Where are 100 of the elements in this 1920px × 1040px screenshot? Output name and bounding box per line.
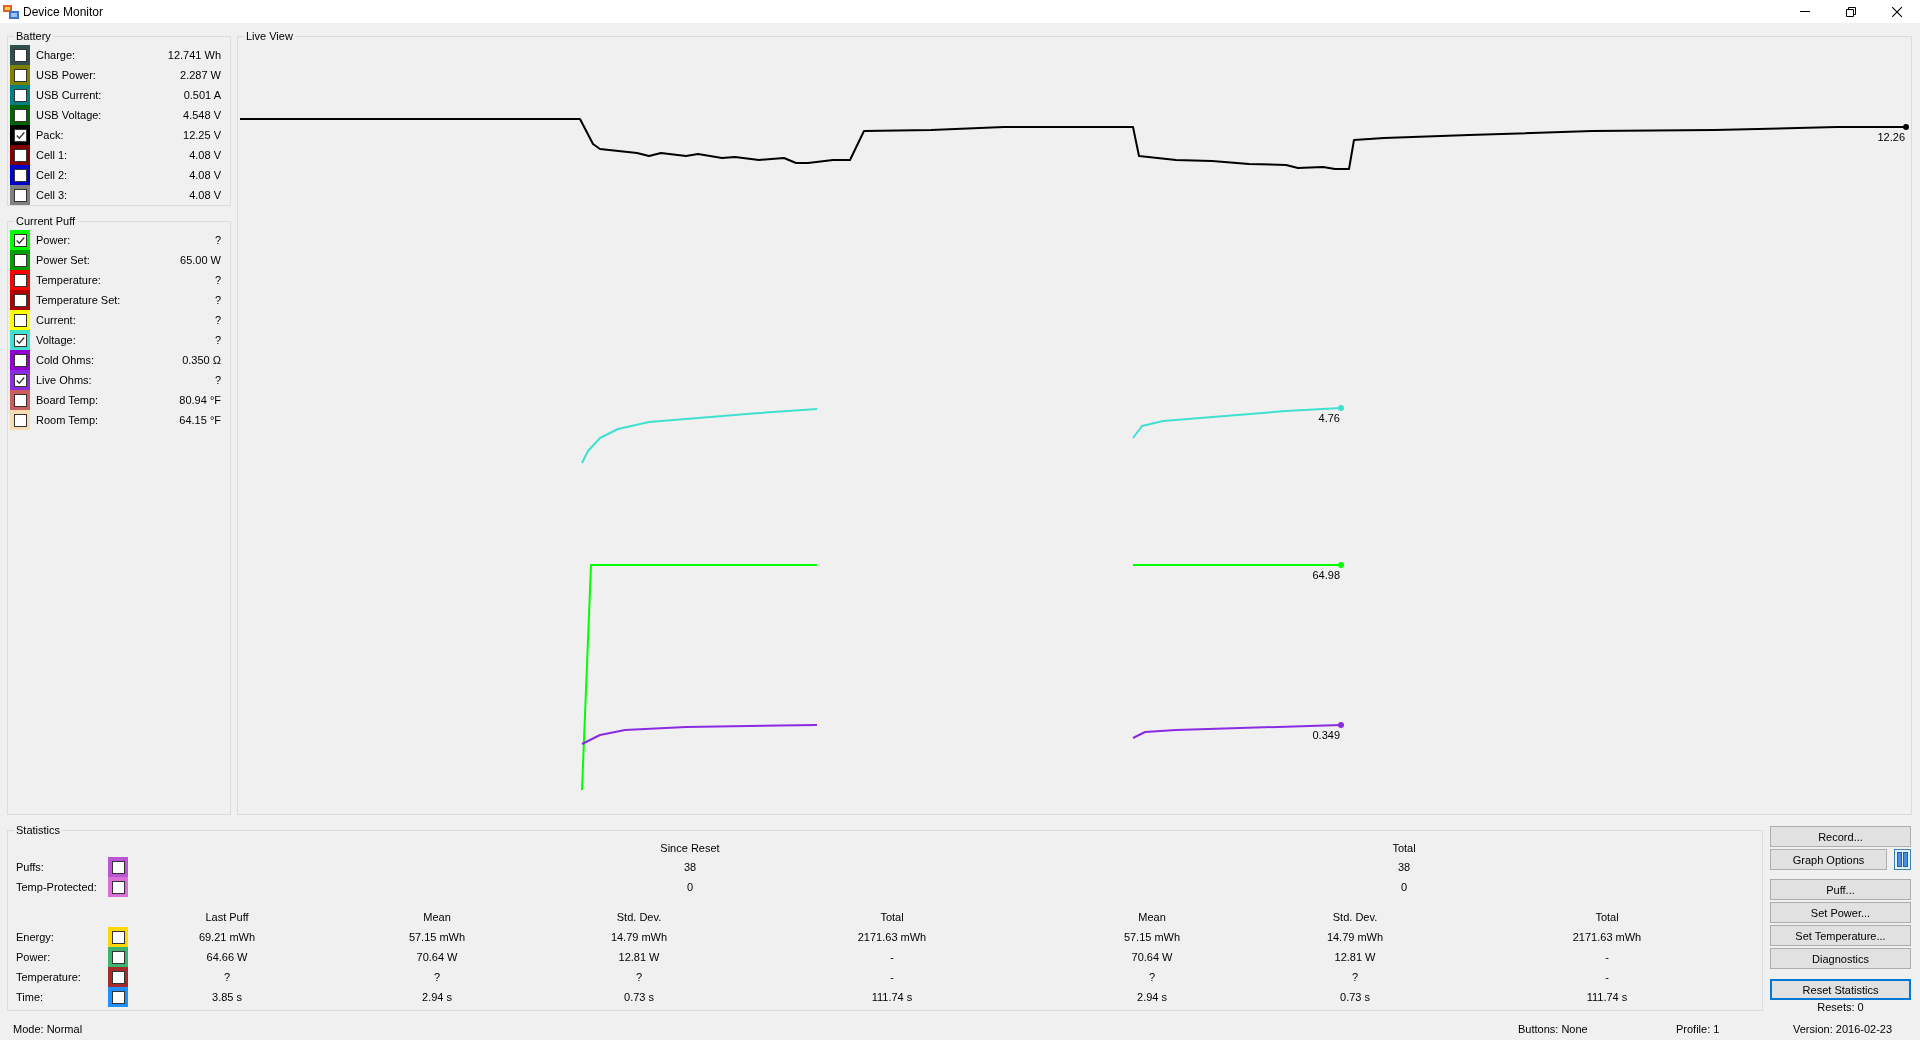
- item-label: Live Ohms:: [36, 374, 92, 386]
- pause-button[interactable]: [1894, 849, 1911, 870]
- status-text: Buttons: None: [1518, 1022, 1588, 1035]
- item-label: Room Temp:: [36, 414, 99, 426]
- table-cell: ?: [223, 971, 231, 983]
- trace-value: 4.76: [1318, 412, 1340, 424]
- row-label: Time:: [16, 991, 44, 1003]
- minimize-icon: [1800, 11, 1810, 12]
- trace-value: 64.98: [1312, 569, 1340, 581]
- status-text: Version: 2016-02-23: [1793, 1022, 1893, 1035]
- table-cell: ?: [635, 971, 643, 983]
- window-title: Device Monitor: [23, 4, 104, 19]
- table-cell: 12.81 W: [1334, 951, 1376, 963]
- action-button[interactable]: Set Temperature...: [1770, 925, 1911, 946]
- table-cell: 57.15 mWh: [408, 931, 466, 943]
- action-button[interactable]: Reset Statistics: [1770, 979, 1911, 1000]
- resets-count: Resets: 0: [1817, 1000, 1864, 1014]
- item-label: Current:: [36, 314, 76, 326]
- table-cell: -: [890, 971, 894, 983]
- item-label: Cold Ohms:: [36, 354, 95, 366]
- table-cell: 0.73 s: [1340, 991, 1370, 1003]
- table-cell: 2.94 s: [1137, 991, 1167, 1003]
- item-label: Cell 1:: [36, 149, 68, 161]
- table-cell: 64.66 W: [206, 951, 248, 963]
- item-value: 4.08 V: [189, 149, 221, 161]
- table-cell: 38: [683, 861, 697, 873]
- table-cell: 12.81 W: [618, 951, 660, 963]
- checkmark-icon: [15, 376, 25, 384]
- item-value: 80.94 °F: [179, 394, 221, 406]
- item-value: ?: [214, 274, 221, 286]
- item-label: USB Power:: [36, 69, 96, 81]
- group-title: Current Puff: [15, 214, 77, 229]
- status-text: Mode: Normal: [13, 1022, 83, 1035]
- item-value: ?: [214, 334, 221, 346]
- app-icon: [3, 4, 19, 19]
- row-label: Temp-Protected:: [16, 881, 97, 893]
- item-value: ?: [214, 374, 221, 386]
- action-button[interactable]: Puff...: [1770, 879, 1911, 900]
- table-cell: 69.21 mWh: [198, 931, 256, 943]
- column-header: Total: [880, 911, 904, 923]
- trace-value: 12.26: [1877, 131, 1905, 143]
- item-label: USB Voltage:: [36, 109, 102, 121]
- close-icon: [1892, 6, 1902, 17]
- table-cell: 14.79 mWh: [610, 931, 668, 943]
- status-text: Profile: 1: [1676, 1022, 1720, 1035]
- item-value: 0.350 Ω: [182, 354, 221, 366]
- item-value: ?: [214, 294, 221, 306]
- action-button[interactable]: Record...: [1770, 826, 1911, 847]
- group-title: Battery: [15, 29, 52, 44]
- row-label: Energy:: [16, 931, 54, 943]
- item-value: 2.287 W: [180, 69, 221, 81]
- group-title: Statistics: [15, 823, 61, 838]
- column-header: Last Puff: [205, 911, 249, 923]
- item-label: Cell 2:: [36, 169, 68, 181]
- table-cell: ?: [1351, 971, 1359, 983]
- column-header: Mean: [423, 911, 451, 923]
- item-label: Cell 3:: [36, 189, 68, 201]
- table-cell: 70.64 W: [1131, 951, 1173, 963]
- row-label: Puffs:: [16, 861, 44, 873]
- action-button[interactable]: Set Power...: [1770, 902, 1911, 923]
- checkmark-icon: [15, 336, 25, 344]
- trace-value: 0.349: [1312, 729, 1340, 741]
- column-group-header: Since Reset: [660, 842, 720, 854]
- item-value: 4.08 V: [189, 169, 221, 181]
- checkmark-icon: [15, 236, 25, 244]
- table-cell: 0.73 s: [624, 991, 654, 1003]
- column-header: Std. Dev.: [616, 911, 662, 923]
- action-button[interactable]: Graph Options: [1770, 849, 1887, 870]
- table-cell: 111.74 s: [1586, 991, 1628, 1003]
- table-cell: 0: [686, 881, 694, 893]
- item-value: 4.08 V: [189, 189, 221, 201]
- item-label: Power:: [36, 234, 71, 246]
- item-label: Pack:: [36, 129, 64, 141]
- item-label: Temperature:: [36, 274, 101, 286]
- table-cell: 57.15 mWh: [1123, 931, 1181, 943]
- item-label: Board Temp:: [36, 394, 99, 406]
- table-cell: 70.64 W: [416, 951, 458, 963]
- item-value: 12.741 Wh: [167, 49, 221, 61]
- table-cell: 14.79 mWh: [1326, 931, 1384, 943]
- table-cell: -: [890, 951, 894, 963]
- item-value: 0.501 A: [183, 89, 221, 101]
- column-header: Std. Dev.: [1332, 911, 1378, 923]
- item-label: Power Set:: [36, 254, 90, 266]
- item-value: ?: [214, 314, 221, 326]
- table-cell: 2171.63 mWh: [1572, 931, 1642, 943]
- item-value: 12.25 V: [183, 129, 221, 141]
- action-button[interactable]: Diagnostics: [1770, 948, 1911, 969]
- item-label: Charge:: [36, 49, 76, 61]
- item-value: ?: [214, 234, 221, 246]
- item-value: 4.548 V: [183, 109, 221, 121]
- table-cell: 2171.63 mWh: [857, 931, 927, 943]
- restore-icon: [1846, 6, 1856, 17]
- table-cell: 0: [1400, 881, 1408, 893]
- table-cell: ?: [433, 971, 441, 983]
- row-label: Power:: [16, 951, 51, 963]
- column-header: Mean: [1138, 911, 1166, 923]
- table-cell: -: [1605, 971, 1609, 983]
- table-cell: 2.94 s: [422, 991, 452, 1003]
- column-group-header: Total: [1392, 842, 1416, 854]
- table-cell: 3.85 s: [212, 991, 242, 1003]
